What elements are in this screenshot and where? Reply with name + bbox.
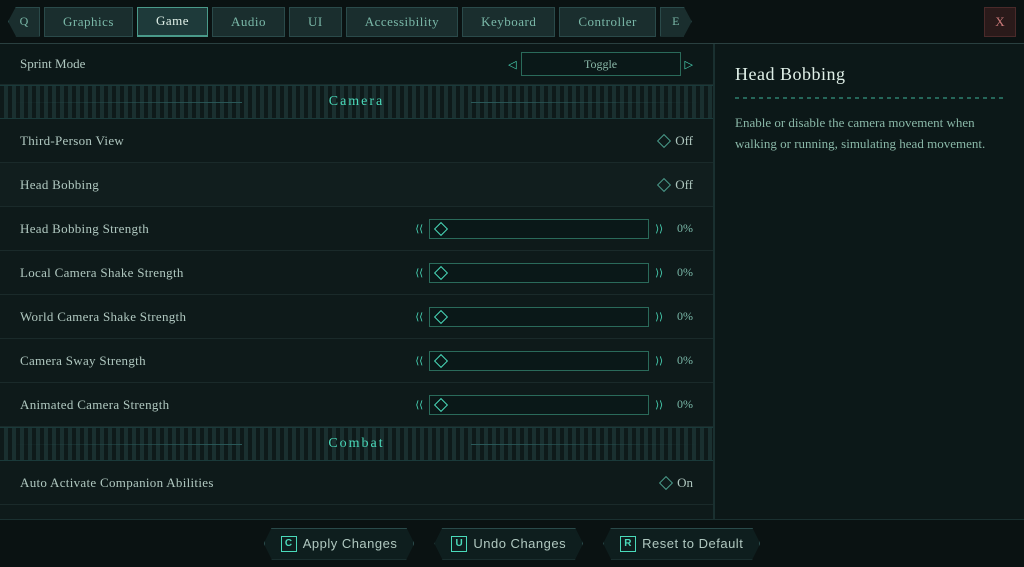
combat-section-title: Combat bbox=[242, 436, 472, 452]
top-navigation: Q Graphics Game Audio UI Accessibility K… bbox=[0, 0, 1024, 44]
toggle-diamond-icon bbox=[659, 475, 673, 489]
third-person-view-control[interactable]: Off bbox=[659, 133, 693, 149]
camera-sway-slider[interactable] bbox=[429, 351, 649, 371]
animated-camera-slider[interactable] bbox=[429, 395, 649, 415]
head-bobbing-strength-value: 0% bbox=[669, 221, 693, 236]
slider-right-arrow-icon[interactable] bbox=[655, 399, 663, 411]
undo-changes-label: Undo Changes bbox=[473, 536, 566, 551]
slider-right-arrow-icon[interactable] bbox=[655, 355, 663, 367]
info-panel: Head Bobbing Enable or disable the camer… bbox=[714, 44, 1024, 519]
auto-activate-companion-label: Auto Activate Companion Abilities bbox=[20, 475, 661, 491]
world-camera-shake-value: 0% bbox=[669, 309, 693, 324]
toggle-diamond-icon bbox=[657, 177, 671, 191]
info-panel-description: Enable or disable the camera movement wh… bbox=[735, 113, 1004, 155]
head-bobbing-strength-control[interactable]: 0% bbox=[415, 219, 693, 239]
head-bobbing-strength-row: Head Bobbing Strength 0% bbox=[0, 207, 713, 251]
main-content: Sprint Mode ◁ Toggle ▷ Camera Third-Pers… bbox=[0, 44, 1024, 519]
head-bobbing-label: Head Bobbing bbox=[20, 177, 659, 193]
world-camera-shake-control[interactable]: 0% bbox=[415, 307, 693, 327]
apply-key-icon: C bbox=[281, 536, 297, 552]
slider-right-arrow-icon[interactable] bbox=[655, 223, 663, 235]
world-camera-shake-slider[interactable] bbox=[429, 307, 649, 327]
head-bobbing-value: Off bbox=[675, 177, 693, 193]
sprint-arrow-left[interactable]: ◁ bbox=[508, 58, 516, 71]
camera-section-title: Camera bbox=[242, 94, 472, 110]
sprint-arrow-right[interactable]: ▷ bbox=[685, 58, 693, 71]
animated-camera-control[interactable]: 0% bbox=[415, 395, 693, 415]
third-person-view-value: Off bbox=[675, 133, 693, 149]
animated-camera-label: Animated Camera Strength bbox=[20, 397, 415, 413]
toggle-diamond-icon bbox=[657, 133, 671, 147]
slider-thumb bbox=[434, 309, 448, 323]
info-panel-divider bbox=[735, 97, 1004, 99]
third-person-view-label: Third-Person View bbox=[20, 133, 659, 149]
slider-thumb bbox=[434, 397, 448, 411]
auto-activate-companion-control[interactable]: On bbox=[661, 475, 693, 491]
tab-graphics[interactable]: Graphics bbox=[44, 7, 133, 37]
animated-camera-row: Animated Camera Strength 0% bbox=[0, 383, 713, 427]
slider-thumb bbox=[434, 221, 448, 235]
sprint-mode-value: Toggle bbox=[521, 52, 681, 76]
tab-controller[interactable]: Controller bbox=[559, 7, 655, 37]
camera-sway-row: Camera Sway Strength 0% bbox=[0, 339, 713, 383]
slider-thumb bbox=[434, 265, 448, 279]
nav-corner-left[interactable]: Q bbox=[8, 7, 40, 37]
sprint-mode-row: Sprint Mode ◁ Toggle ▷ bbox=[0, 44, 713, 85]
head-bobbing-strength-slider[interactable] bbox=[429, 219, 649, 239]
slider-thumb bbox=[434, 353, 448, 367]
reset-to-default-button[interactable]: R Reset to Default bbox=[603, 528, 760, 560]
tab-accessibility[interactable]: Accessibility bbox=[346, 7, 458, 37]
undo-key-icon: U bbox=[451, 536, 467, 552]
local-camera-shake-row: Local Camera Shake Strength 0% bbox=[0, 251, 713, 295]
close-button[interactable]: X bbox=[984, 7, 1016, 37]
head-bobbing-row: Head Bobbing Off bbox=[0, 163, 713, 207]
slider-left-arrow-icon[interactable] bbox=[415, 355, 423, 367]
camera-sway-label: Camera Sway Strength bbox=[20, 353, 415, 369]
head-bobbing-control[interactable]: Off bbox=[659, 177, 693, 193]
reset-key-icon: R bbox=[620, 536, 636, 552]
info-panel-title: Head Bobbing bbox=[735, 64, 1004, 85]
settings-panel: Sprint Mode ◁ Toggle ▷ Camera Third-Pers… bbox=[0, 44, 714, 519]
tab-game[interactable]: Game bbox=[137, 7, 208, 37]
slider-left-arrow-icon[interactable] bbox=[415, 223, 423, 235]
undo-changes-button[interactable]: U Undo Changes bbox=[434, 528, 583, 560]
apply-changes-button[interactable]: C Apply Changes bbox=[264, 528, 415, 560]
local-camera-shake-control[interactable]: 0% bbox=[415, 263, 693, 283]
local-camera-shake-slider[interactable] bbox=[429, 263, 649, 283]
camera-sway-value: 0% bbox=[669, 353, 693, 368]
animated-camera-value: 0% bbox=[669, 397, 693, 412]
reset-to-default-label: Reset to Default bbox=[642, 536, 743, 551]
local-camera-shake-value: 0% bbox=[669, 265, 693, 280]
tab-audio[interactable]: Audio bbox=[212, 7, 285, 37]
tab-ui[interactable]: UI bbox=[289, 7, 342, 37]
apply-changes-label: Apply Changes bbox=[303, 536, 398, 551]
combat-section-header: Combat bbox=[0, 427, 713, 461]
slider-left-arrow-icon[interactable] bbox=[415, 267, 423, 279]
slider-left-arrow-icon[interactable] bbox=[415, 311, 423, 323]
camera-section-header: Camera bbox=[0, 85, 713, 119]
auto-activate-companion-row: Auto Activate Companion Abilities On bbox=[0, 461, 713, 505]
sprint-mode-label: Sprint Mode bbox=[20, 56, 508, 72]
world-camera-shake-row: World Camera Shake Strength 0% bbox=[0, 295, 713, 339]
camera-sway-control[interactable]: 0% bbox=[415, 351, 693, 371]
nav-corner-right[interactable]: E bbox=[660, 7, 692, 37]
sprint-mode-selector[interactable]: ◁ Toggle ▷ bbox=[508, 52, 693, 76]
head-bobbing-strength-label: Head Bobbing Strength bbox=[20, 221, 415, 237]
slider-left-arrow-icon[interactable] bbox=[415, 399, 423, 411]
local-camera-shake-label: Local Camera Shake Strength bbox=[20, 265, 415, 281]
tab-keyboard[interactable]: Keyboard bbox=[462, 7, 555, 37]
auto-activate-companion-value: On bbox=[677, 475, 693, 491]
bottom-bar: C Apply Changes U Undo Changes R Reset t… bbox=[0, 519, 1024, 567]
slider-right-arrow-icon[interactable] bbox=[655, 311, 663, 323]
world-camera-shake-label: World Camera Shake Strength bbox=[20, 309, 415, 325]
third-person-view-row: Third-Person View Off bbox=[0, 119, 713, 163]
slider-right-arrow-icon[interactable] bbox=[655, 267, 663, 279]
